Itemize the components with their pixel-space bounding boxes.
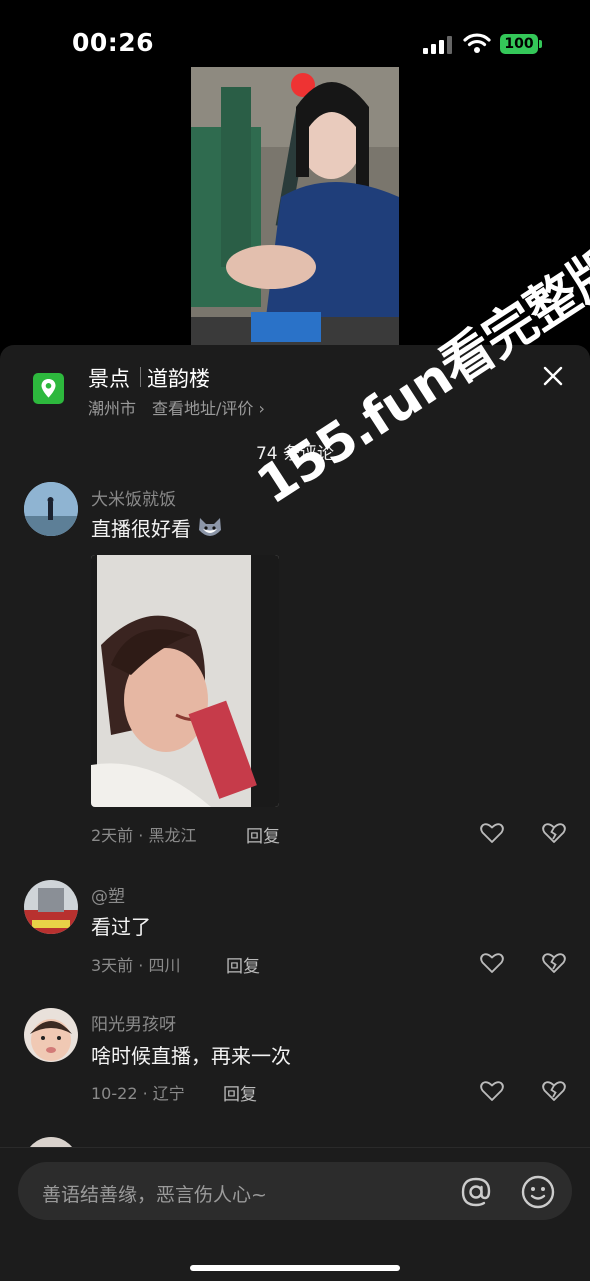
battery-indicator: 100 [500,34,542,54]
location-pin-icon[interactable] [33,373,64,404]
comment-input-bar: 善语结善缘，恶言伤人心~ [0,1147,590,1281]
avatar[interactable] [24,1008,78,1062]
poi-divider [140,367,141,387]
comment-username[interactable]: @塑 [91,882,125,907]
reply-button[interactable]: 回复 [223,1080,257,1105]
comment-text: 啥时候直播，再来一次 [91,1044,291,1068]
reply-button[interactable]: 回复 [226,952,260,977]
comment-time-location: 10-22 · 辽宁 [91,1084,185,1103]
video-frame [191,67,399,357]
comment-username[interactable]: 大米饭就饭 [91,485,176,510]
like-heart-icon[interactable] [479,821,505,845]
like-heart-icon[interactable] [479,1079,505,1103]
avatar[interactable] [24,880,78,934]
comment-text: 看过了 [91,915,151,939]
home-indicator[interactable] [190,1265,400,1271]
emoji-icon[interactable] [520,1174,556,1210]
dislike-broken-heart-icon[interactable] [541,951,567,975]
comment-time-location: 3天前 · 四川 [91,956,181,975]
poi-name[interactable]: 道韵楼 [147,363,210,393]
like-heart-icon[interactable] [479,951,505,975]
video-thumbnail[interactable] [191,67,399,357]
comment-time-location: 2天前 · 黑龙江 [91,826,197,845]
comment-text: 直播很好看 [91,513,223,542]
avatar[interactable] [24,482,78,536]
wifi-icon [463,33,491,53]
mention-at-icon[interactable] [458,1174,494,1210]
dislike-broken-heart-icon[interactable] [541,821,567,845]
cat-emoji-icon [199,518,222,536]
clock: 00:26 [72,28,155,57]
reply-button[interactable]: 回复 [246,822,280,847]
signal-icon [423,36,453,54]
dislike-broken-heart-icon[interactable] [541,1079,567,1103]
comment-input[interactable]: 善语结善缘，恶言伤人心~ [18,1162,572,1220]
poi-address-link[interactable]: 查看地址/评价 › [152,395,265,419]
comment-image[interactable] [91,555,279,807]
comment-username[interactable]: 阳光男孩呀 [91,1010,176,1035]
poi-city: 潮州市 [88,399,137,418]
close-icon[interactable] [540,363,566,389]
comment-input-placeholder: 善语结善缘，恶言伤人心~ [42,1184,267,1206]
poi-type-label[interactable]: 景点 [88,363,130,393]
